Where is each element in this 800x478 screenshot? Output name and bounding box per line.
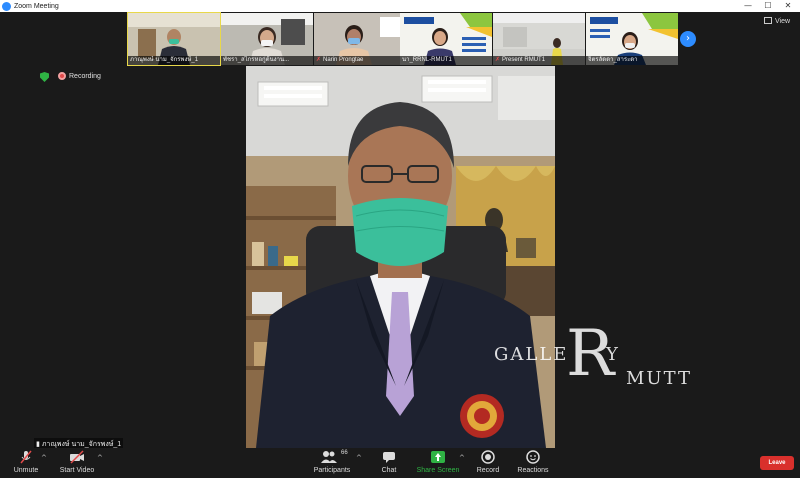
mic-muted-icon: ✗ (495, 57, 501, 63)
leave-button[interactable]: Leave (760, 456, 794, 470)
grid-view-icon (764, 17, 772, 24)
close-button[interactable]: ✕ (780, 0, 796, 12)
zoom-logo-icon (2, 1, 11, 11)
participant-thumbnail[interactable]: จิตรลัดดา_สาระดา (586, 13, 678, 65)
zoom-window: Zoom Meeting — ☐ ✕ ภาณุพงษ์ นาม_จักรพงษ์… (0, 0, 800, 478)
participant-thumbnail[interactable]: พัชรา_สไกรหอกู่ต้นงาน... (221, 13, 313, 65)
record-button[interactable]: Record (474, 450, 502, 474)
participant-thumbnail[interactable]: ภาณุพงษ์ นาม_จักรพงษ์_1 (127, 12, 221, 66)
share-screen-button[interactable]: Share Screen (416, 450, 460, 474)
mic-off-icon (20, 450, 32, 464)
meeting-toolbar: Unmute ^ Start Video ^ 66 Participants ^… (0, 448, 800, 478)
signal-icon: ▮ (36, 441, 40, 448)
participant-thumbnail[interactable]: นา_RRNL-RMUT1 (400, 13, 492, 65)
participants-options-caret[interactable]: ^ (356, 454, 362, 462)
minimize-button[interactable]: — (740, 0, 756, 12)
video-options-caret[interactable]: ^ (97, 454, 103, 462)
participant-name: ✗ Present RMUT1 (493, 56, 585, 65)
maximize-button[interactable]: ☐ (760, 0, 776, 12)
participant-name: พัชรา_สไกรหอกู่ต้นงาน... (221, 56, 313, 65)
record-icon (481, 450, 495, 464)
smiley-icon (526, 450, 540, 464)
security-shield-icon[interactable] (40, 72, 49, 82)
participant-name: ✗ Narin Prongtae (314, 56, 406, 65)
participant-name: นา_RRNL-RMUT1 (400, 56, 492, 65)
participants-icon: 66 (317, 450, 348, 464)
chat-bubble-icon (383, 452, 395, 463)
participants-button[interactable]: 66 Participants (312, 450, 352, 474)
recording-icon (58, 72, 66, 80)
chevron-right-icon: › (686, 33, 690, 44)
share-options-caret[interactable]: ^ (459, 454, 465, 462)
participant-name: จิตรลัดดา_สาระดา (586, 56, 678, 65)
video-off-icon (70, 450, 84, 464)
recording-indicator[interactable]: Recording (58, 72, 101, 80)
gallery-rmutt-watermark: GALLE R Y MUTT (494, 317, 692, 391)
share-screen-icon (431, 451, 445, 463)
title-bar: Zoom Meeting — ☐ ✕ (0, 0, 800, 12)
participant-thumbnail[interactable]: ✗ Narin Prongtae (314, 13, 406, 65)
participant-name: ภาณุพงษ์ นาม_จักรพงษ์_1 (128, 56, 220, 65)
unmute-button[interactable]: Unmute (12, 450, 40, 474)
next-page-button[interactable]: › (680, 31, 696, 47)
start-video-button[interactable]: Start Video (58, 450, 96, 474)
chat-button[interactable]: Chat (376, 450, 402, 474)
audio-options-caret[interactable]: ^ (41, 454, 47, 462)
view-button[interactable]: View (764, 17, 790, 25)
mic-muted-icon: ✗ (316, 57, 322, 63)
people-icon (321, 451, 337, 463)
window-title: Zoom Meeting (14, 2, 59, 10)
reactions-button[interactable]: Reactions (514, 450, 552, 474)
participant-thumbnail[interactable]: ✗ Present RMUT1 (493, 13, 585, 65)
